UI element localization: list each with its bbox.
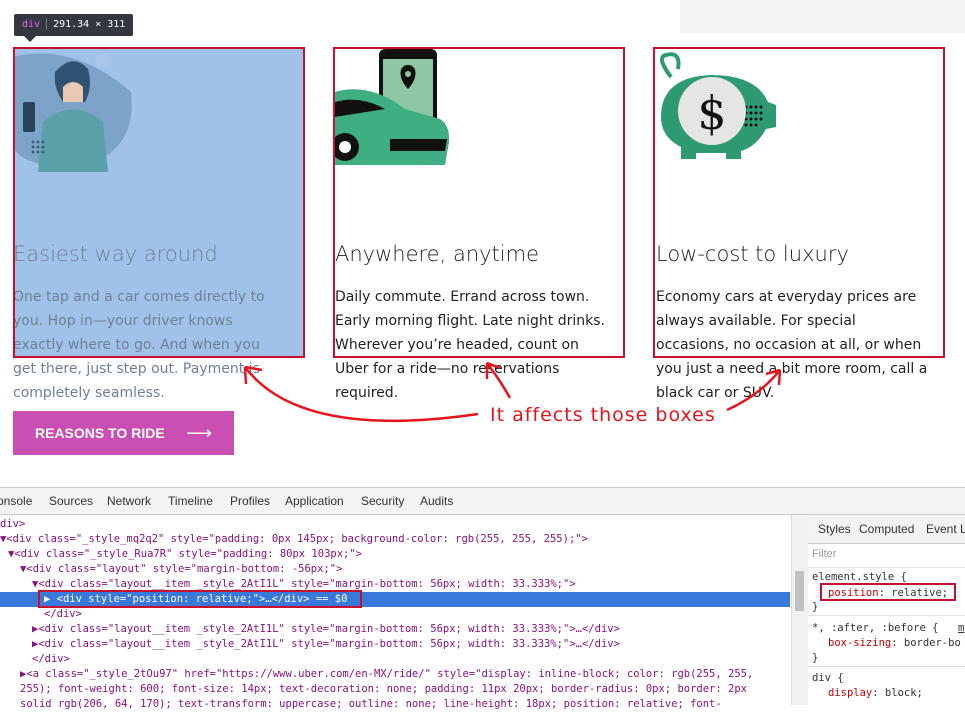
dom-node[interactable]: ▼<div class="layout" style="margin-botto… [20,562,342,577]
devtools-panel: onsole Sources Network Timeline Profiles… [0,487,965,710]
dom-node[interactable]: ▼<div class="_style_Rua7R" style="paddin… [8,547,362,562]
tab-computed[interactable]: Computed [859,522,914,536]
css-declaration[interactable]: box-sizing: border-bo [828,637,961,649]
css-declaration[interactable]: position: relative; [828,587,948,599]
tab-sources[interactable]: Sources [49,494,93,508]
tab-event-listeners[interactable]: Event L [926,522,965,536]
dom-node[interactable]: </div> [44,607,82,622]
cta-label: REASONS TO RIDE [35,425,165,441]
tab-network[interactable]: Network [107,494,151,508]
dom-node[interactable]: </div> [32,652,70,667]
dom-node[interactable]: ▶<a class="_style_2tOu97" href="https://… [20,667,753,682]
close-brace: } [812,652,819,664]
tab-audits[interactable]: Audits [420,494,453,508]
dom-tree: div> ▼<div class="_style_mq2q2" style="p… [0,515,790,710]
dom-node[interactable]: ▶<div class="layout__item _style_2AtI1L"… [32,637,620,652]
tab-application[interactable]: Application [285,494,344,508]
styles-pane: Styles Computed Event L Filter element.s… [808,515,965,705]
dom-scrollbar-thumb[interactable] [795,571,804,611]
css-declaration[interactable]: display: block; [828,687,923,699]
universal-selector: *, :after, :before { [812,622,939,634]
annotation-arrows [243,361,782,423]
devtools-tabbar: onsole Sources Network Timeline Profiles… [0,488,965,515]
close-brace: } [812,601,819,613]
element-style-selector: element.style { [812,571,907,583]
selected-node-outline [38,590,362,608]
dom-node[interactable]: 255); font-weight: 600; font-size: 14px;… [20,682,747,697]
tab-security[interactable]: Security [361,494,404,508]
rule-source-link[interactable]: m [958,622,964,634]
arrow-right-icon: ⟶ [186,423,212,443]
dom-node[interactable]: ▼<div class="_style_mq2q2" style="paddin… [0,532,588,547]
dom-node[interactable]: ▶<div class="layout__item _style_2AtI1L"… [32,622,620,637]
tab-console[interactable]: onsole [0,494,32,508]
dom-node[interactable]: solid rgb(206, 64, 170); text-transform:… [20,697,722,712]
div-selector: div { [812,672,844,684]
tab-timeline[interactable]: Timeline [168,494,213,508]
annotation-text: It affects those boxes [490,404,716,426]
tab-styles[interactable]: Styles [818,522,851,536]
styles-filter-input[interactable]: Filter [812,548,836,560]
reasons-to-ride-button[interactable]: REASONS TO RIDE ⟶ [13,411,234,455]
tab-profiles[interactable]: Profiles [230,494,270,508]
dom-node[interactable]: div> [0,517,25,532]
styles-tabbar: Styles Computed Event L [808,515,965,544]
